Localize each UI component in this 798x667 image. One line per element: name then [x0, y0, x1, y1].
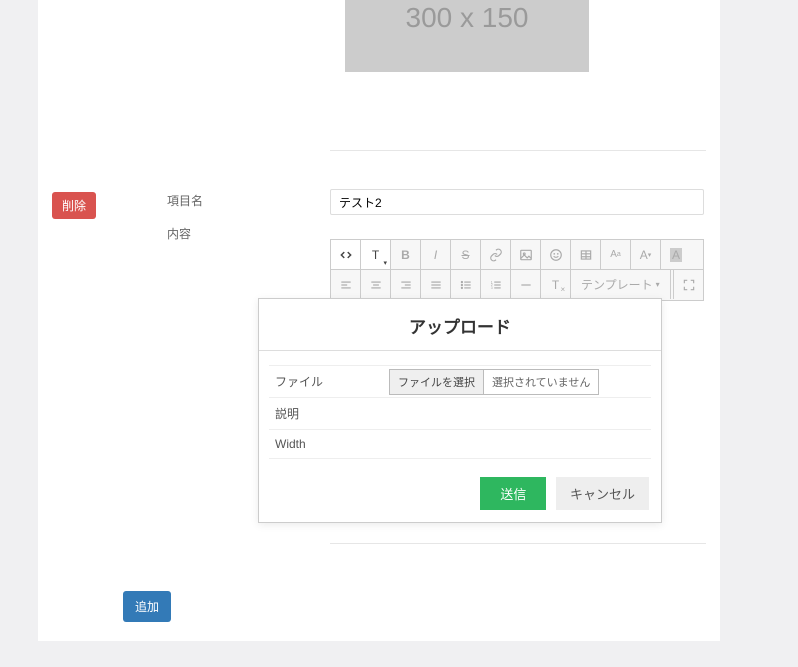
file-status: 選択されていません — [484, 369, 599, 395]
align-justify-icon[interactable] — [421, 270, 451, 299]
svg-text:3: 3 — [490, 286, 492, 290]
template-dropdown[interactable]: テンプレート ▾ — [571, 270, 671, 299]
cancel-button[interactable]: キャンセル — [556, 477, 649, 510]
divider — [330, 150, 706, 151]
placeholder-text: 300 x 150 — [406, 2, 529, 34]
upload-modal: アップロード ファイル ファイルを選択選択されていません 説明 Width 送信… — [258, 298, 662, 523]
desc-label: 説明 — [269, 398, 389, 430]
align-center-icon[interactable] — [361, 270, 391, 299]
width-label: Width — [269, 430, 389, 459]
fullscreen-icon[interactable] — [673, 270, 703, 299]
align-left-icon[interactable] — [331, 270, 361, 299]
image-placeholder: 300 x 150 — [345, 0, 589, 72]
field-name-label: 項目名 — [167, 192, 203, 209]
table-icon[interactable] — [571, 240, 601, 269]
toolbar-row-1: T▾ B I S Aa A▾ A — [331, 240, 703, 270]
hr-icon[interactable] — [511, 270, 541, 299]
form-row: 削除 項目名 内容 T▾ B I S Aa A▾ A — [52, 192, 706, 219]
submit-button[interactable]: 送信 — [480, 477, 546, 510]
content-label: 内容 — [167, 225, 191, 242]
editor-toolbar: T▾ B I S Aa A▾ A 123 T× — [330, 239, 704, 301]
font-family-icon[interactable]: A▾ — [631, 240, 661, 269]
width-input-cell[interactable] — [389, 430, 651, 459]
strike-icon[interactable]: S — [451, 240, 481, 269]
image-icon[interactable] — [511, 240, 541, 269]
link-icon[interactable] — [481, 240, 511, 269]
align-right-icon[interactable] — [391, 270, 421, 299]
toolbar-row-2: 123 T× テンプレート ▾ — [331, 270, 703, 300]
text-style-icon[interactable]: T▾ — [361, 240, 391, 269]
ul-icon[interactable] — [451, 270, 481, 299]
file-label: ファイル — [269, 366, 389, 398]
modal-footer: 送信 キャンセル — [259, 465, 661, 522]
modal-title: アップロード — [259, 299, 661, 351]
code-icon[interactable] — [331, 240, 361, 269]
delete-button[interactable]: 削除 — [52, 192, 96, 219]
bold-icon[interactable]: B — [391, 240, 421, 269]
italic-icon[interactable]: I — [421, 240, 451, 269]
desc-input-cell[interactable] — [389, 398, 651, 430]
divider — [330, 543, 706, 544]
modal-body: ファイル ファイルを選択選択されていません 説明 Width — [259, 351, 661, 465]
add-button[interactable]: 追加 — [123, 591, 171, 622]
emoji-icon[interactable] — [541, 240, 571, 269]
clear-format-icon[interactable]: T× — [541, 270, 571, 299]
font-size-icon[interactable]: Aa — [601, 240, 631, 269]
font-bg-icon[interactable]: A — [661, 240, 691, 269]
file-choose-button[interactable]: ファイルを選択 — [389, 369, 484, 395]
ol-icon[interactable]: 123 — [481, 270, 511, 299]
field-name-input[interactable] — [330, 189, 704, 215]
